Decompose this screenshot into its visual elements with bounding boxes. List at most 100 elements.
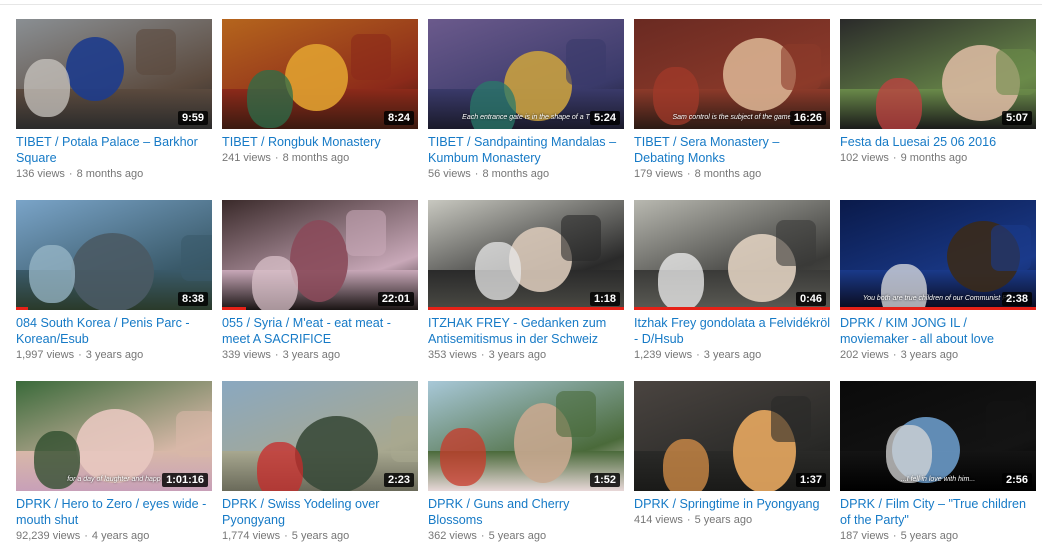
video-meta: 202 views · 3 years ago	[840, 348, 1036, 363]
duration-badge: 2:23	[383, 473, 414, 487]
view-count: 1,239 views	[634, 349, 693, 361]
video-card[interactable]: Sam control is the subject of the game 1…	[634, 19, 830, 189]
duration-badge: 9:59	[177, 111, 208, 125]
view-count: 92,239 views	[16, 530, 81, 542]
video-thumbnail[interactable]: 8:24	[222, 19, 418, 129]
video-meta: 1,774 views · 5 years ago	[222, 529, 418, 544]
meta-separator: ·	[84, 530, 88, 542]
video-card[interactable]: 5:07 Festa da Luesai 25 06 2016 102 view…	[840, 19, 1036, 189]
video-card[interactable]: 22:01 055 / Syria / M'eat - eat meat - m…	[222, 200, 418, 370]
video-thumbnail[interactable]: for a day of laughter and happ 1:01:16	[16, 381, 212, 491]
duration-badge: 2:56	[1001, 473, 1032, 487]
view-count: 187 views	[840, 530, 889, 542]
video-thumbnail[interactable]: 8:38	[16, 200, 212, 310]
video-title[interactable]: DPRK / Film City – "True children of the…	[840, 496, 1036, 528]
view-count: 414 views	[634, 514, 683, 526]
meta-separator: ·	[284, 530, 288, 542]
video-card[interactable]: Each entrance gate is in the shape of a …	[428, 19, 624, 189]
thumbnail-detail	[771, 396, 811, 442]
meta-separator: ·	[686, 168, 691, 180]
thumbnail-detail	[351, 34, 391, 80]
video-title[interactable]: DPRK / KIM JONG IL / moviemaker - all ab…	[840, 315, 1036, 347]
upload-age: 8 months ago	[282, 152, 350, 164]
meta-separator: ·	[68, 168, 73, 180]
video-card[interactable]: 2:23 DPRK / Swiss Yodeling over Pyongyan…	[222, 381, 418, 551]
thumbnail-detail	[776, 220, 816, 266]
video-thumbnail[interactable]: 2:23	[222, 381, 418, 491]
thumbnail-detail	[176, 411, 212, 457]
video-card[interactable]: 1:37 DPRK / Springtime in Pyongyang 414 …	[634, 381, 830, 551]
video-thumbnail[interactable]: 1:18	[428, 200, 624, 310]
meta-separator: ·	[892, 530, 897, 542]
video-row: 9:59 TIBET / Potala Palace – Barkhor Squ…	[16, 19, 1042, 189]
view-count: 353 views	[428, 349, 477, 361]
video-title[interactable]: TIBET / Potala Palace – Barkhor Square	[16, 134, 212, 166]
thumbnail-subject	[470, 81, 516, 129]
video-thumbnail[interactable]: You both are true children of our Commun…	[840, 200, 1036, 310]
video-title[interactable]: Itzhak Frey gondolata a Felvidékröl - D/…	[634, 315, 830, 347]
upload-age: 3 years ago	[488, 349, 547, 361]
thumbnail-subject	[71, 233, 154, 310]
video-card[interactable]: for a day of laughter and happ 1:01:16 D…	[16, 381, 212, 551]
video-thumbnail[interactable]: 1:37	[634, 381, 830, 491]
video-title[interactable]: Festa da Luesai 25 06 2016	[840, 134, 1036, 150]
video-meta: 92,239 views · 4 years ago	[16, 529, 212, 544]
upload-age: 4 years ago	[91, 530, 150, 542]
video-thumbnail[interactable]: 1:52	[428, 381, 624, 491]
video-meta: 1,997 views · 3 years ago	[16, 348, 212, 363]
view-count: 56 views	[428, 168, 471, 180]
thumbnail-subject	[290, 220, 348, 302]
video-thumbnail[interactable]: 22:01	[222, 200, 418, 310]
upload-age: 5 years ago	[291, 530, 350, 542]
video-title[interactable]: 084 South Korea / Penis Parc - Korean/Es…	[16, 315, 212, 347]
video-card[interactable]: 8:24 TIBET / Rongbuk Monastery 241 views…	[222, 19, 418, 189]
view-count: 102 views	[840, 152, 889, 164]
view-count: 362 views	[428, 530, 477, 542]
video-meta: 353 views · 3 years ago	[428, 348, 624, 363]
video-meta: 187 views · 5 years ago	[840, 529, 1036, 544]
video-meta: 136 views · 8 months ago	[16, 167, 212, 182]
upload-age: 8 months ago	[76, 168, 144, 180]
thumbnail-subject	[285, 44, 348, 111]
meta-separator: ·	[474, 168, 479, 180]
top-divider	[0, 4, 1042, 5]
duration-badge: 16:26	[789, 111, 826, 125]
thumbnail-subject	[247, 70, 293, 128]
video-meta: 1,239 views · 3 years ago	[634, 348, 830, 363]
duration-badge: 22:01	[377, 292, 414, 306]
video-thumbnail[interactable]: 9:59	[16, 19, 212, 129]
video-card[interactable]: 0:46 Itzhak Frey gondolata a Felvidékröl…	[634, 200, 830, 370]
duration-badge: 8:38	[177, 292, 208, 306]
video-card[interactable]: You both are true children of our Commun…	[840, 200, 1036, 370]
video-title[interactable]: DPRK / Swiss Yodeling over Pyongyang	[222, 496, 418, 528]
video-card[interactable]: 1:52 DPRK / Guns and Cherry Blossoms 362…	[428, 381, 624, 551]
meta-separator: ·	[78, 349, 82, 361]
video-card[interactable]: 1:18 ITZHAK FREY - Gedanken zum Antisemi…	[428, 200, 624, 370]
thumbnail-detail	[561, 215, 601, 261]
view-count: 136 views	[16, 168, 65, 180]
video-thumbnail[interactable]: ...I fell in love with him... 2:56	[840, 381, 1036, 491]
video-card[interactable]: 8:38 084 South Korea / Penis Parc - Kore…	[16, 200, 212, 370]
video-meta: 102 views · 9 months ago	[840, 151, 1036, 166]
video-title[interactable]: TIBET / Sera Monastery – Debating Monks	[634, 134, 830, 166]
thumbnail-subject	[295, 416, 378, 491]
duration-badge: 1:37	[795, 473, 826, 487]
video-title[interactable]: TIBET / Sandpainting Mandalas – Kumbum M…	[428, 134, 624, 166]
video-thumbnail[interactable]: 5:07	[840, 19, 1036, 129]
video-title[interactable]: TIBET / Rongbuk Monastery	[222, 134, 418, 150]
watch-progress-bar	[222, 307, 246, 310]
video-title[interactable]: ITZHAK FREY - Gedanken zum Antisemitismu…	[428, 315, 624, 347]
video-card[interactable]: 9:59 TIBET / Potala Palace – Barkhor Squ…	[16, 19, 212, 189]
meta-separator: ·	[480, 349, 485, 361]
video-thumbnail[interactable]: Sam control is the subject of the game 1…	[634, 19, 830, 129]
video-title[interactable]: DPRK / Springtime in Pyongyang	[634, 496, 830, 512]
video-title[interactable]: 055 / Syria / M'eat - eat meat - meet A …	[222, 315, 418, 347]
video-thumbnail[interactable]: 0:46	[634, 200, 830, 310]
video-title[interactable]: DPRK / Guns and Cherry Blossoms	[428, 496, 624, 528]
view-count: 1,774 views	[222, 530, 281, 542]
video-thumbnail[interactable]: Each entrance gate is in the shape of a …	[428, 19, 624, 129]
thumbnail-subject	[886, 425, 932, 483]
video-card[interactable]: ...I fell in love with him... 2:56 DPRK …	[840, 381, 1036, 551]
watch-progress-bar	[428, 307, 624, 310]
video-title[interactable]: DPRK / Hero to Zero / eyes wide - mouth …	[16, 496, 212, 528]
